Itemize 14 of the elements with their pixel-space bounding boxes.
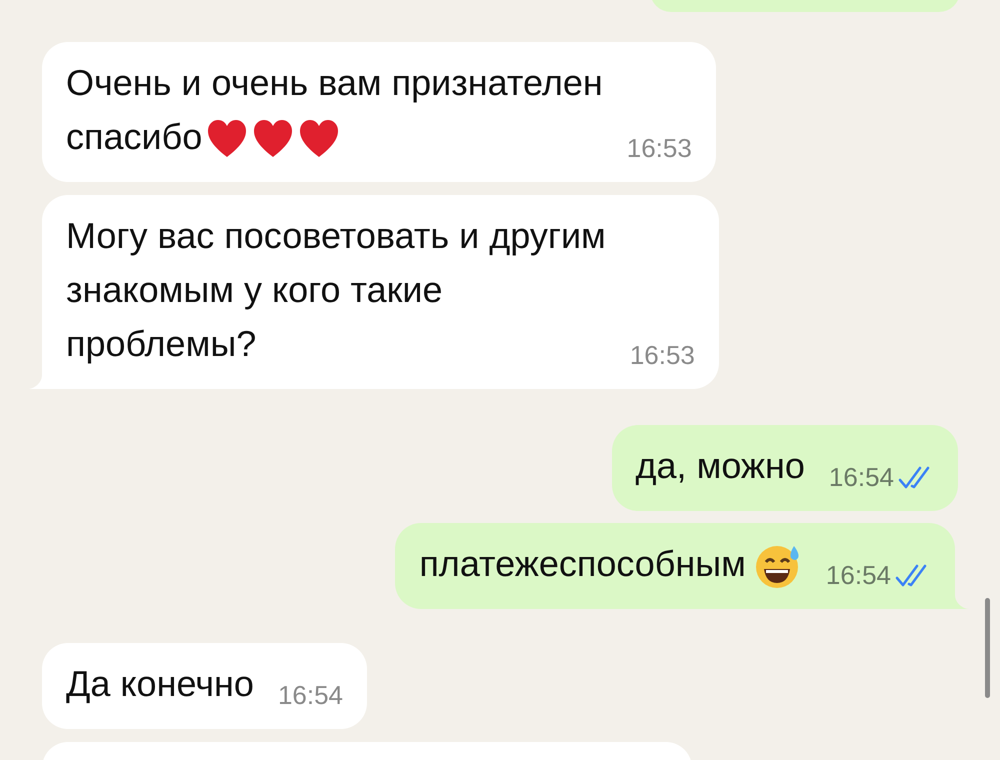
message-text: Очень и очень вам признателен спасибо	[66, 56, 603, 164]
heart-icon	[298, 119, 340, 160]
message-text: платежеспособным	[419, 537, 802, 591]
message-time: 16:53	[626, 132, 692, 165]
message-time: 16:54	[278, 679, 344, 712]
message-text: Могу вас посоветовать и другим знакомым у кого такие проблемы?	[66, 214, 606, 366]
message-time: 16:54	[828, 461, 894, 494]
heart-icon	[206, 119, 248, 160]
heart-icon	[252, 119, 294, 160]
message-text: Да конечно	[66, 662, 254, 706]
message-text: да, можно	[636, 444, 805, 488]
message-time: 16:53	[630, 339, 695, 372]
scroll-bar[interactable]	[985, 598, 990, 698]
message-time: 16:54	[826, 559, 891, 592]
